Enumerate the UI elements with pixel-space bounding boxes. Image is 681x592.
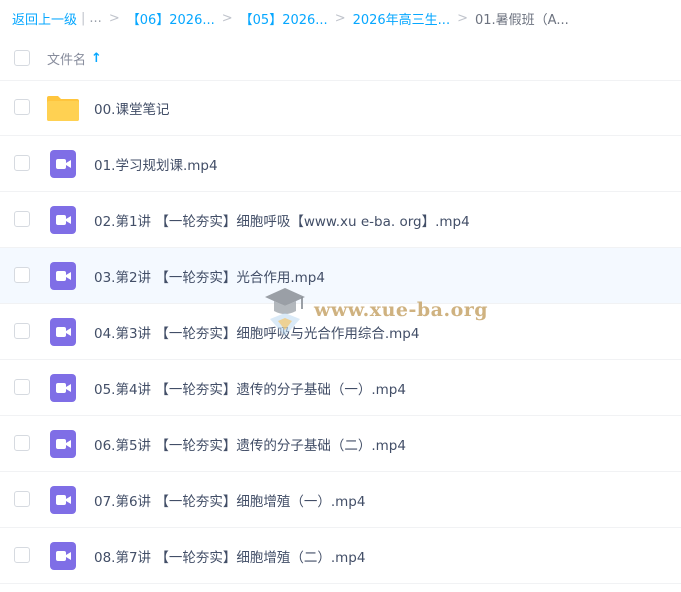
file-name[interactable]: 01.学习规划课.mp4 [94, 154, 218, 174]
file-name[interactable]: 06.第5讲 【一轮夯实】遗传的分子基础（二）.mp4 [94, 434, 406, 454]
breadcrumb-separator: > [457, 10, 468, 26]
video-file-icon [46, 540, 80, 572]
video-file-icon [46, 428, 80, 460]
list-item[interactable]: 02.第1讲 【一轮夯实】细胞呼吸【www.xu e-ba. org】.mp4 [0, 192, 681, 248]
breadcrumb-separator: > [334, 10, 346, 26]
list-item[interactable]: 04.第3讲 【一轮夯实】细胞呼吸与光合作用综合.mp4 [0, 304, 681, 360]
breadcrumb-more[interactable]: ... [89, 11, 101, 26]
breadcrumb-separator: > [108, 10, 120, 26]
list-header: 文件名 ↑ [0, 36, 681, 81]
row-checkbox[interactable] [14, 379, 30, 395]
video-file-icon [46, 148, 80, 180]
file-name[interactable]: 02.第1讲 【一轮夯实】细胞呼吸【www.xu e-ba. org】.mp4 [94, 210, 470, 230]
breadcrumb-divider: | [81, 10, 86, 26]
list-item[interactable]: 03.第2讲 【一轮夯实】光合作用.mp4 [0, 248, 681, 304]
list-item[interactable]: 01.学习规划课.mp4 [0, 136, 681, 192]
column-header-name: 文件名 [47, 52, 87, 68]
breadcrumb-current: 01.暑假班（A... [474, 12, 569, 28]
video-file-icon [46, 316, 80, 348]
breadcrumb-item-06[interactable]: 【06】2026... [127, 9, 215, 28]
list-item[interactable]: 00.课堂笔记 [0, 80, 681, 136]
file-name[interactable]: 03.第2讲 【一轮夯实】光合作用.mp4 [94, 266, 325, 286]
breadcrumb-item-2026[interactable]: 2026年高三生... [353, 9, 450, 28]
video-file-icon [46, 204, 80, 236]
select-all-checkbox[interactable] [14, 50, 30, 66]
list-item[interactable]: 05.第4讲 【一轮夯实】遗传的分子基础（一）.mp4 [0, 360, 681, 416]
file-name[interactable]: 00.课堂笔记 [94, 98, 169, 118]
video-file-icon [46, 484, 80, 516]
back-link[interactable]: 返回上一级 [12, 9, 77, 28]
file-name[interactable]: 07.第6讲 【一轮夯实】细胞增殖（一）.mp4 [94, 490, 365, 510]
file-name[interactable]: 05.第4讲 【一轮夯实】遗传的分子基础（一）.mp4 [94, 378, 406, 398]
row-checkbox[interactable] [14, 155, 30, 171]
folder-icon [46, 92, 80, 124]
video-file-icon [46, 372, 80, 404]
row-checkbox[interactable] [14, 267, 30, 283]
file-name[interactable]: 08.第7讲 【一轮夯实】细胞增殖（二）.mp4 [94, 546, 365, 566]
list-item[interactable]: 06.第5讲 【一轮夯实】遗传的分子基础（二）.mp4 [0, 416, 681, 472]
row-checkbox[interactable] [14, 323, 30, 339]
list-item[interactable]: 07.第6讲 【一轮夯实】细胞增殖（一）.mp4 [0, 472, 681, 528]
sort-ascending-icon: ↑ [91, 50, 102, 66]
video-file-icon [46, 260, 80, 292]
row-checkbox[interactable] [14, 211, 30, 227]
breadcrumb-item-05[interactable]: 【05】2026... [240, 9, 328, 28]
row-checkbox[interactable] [14, 99, 30, 115]
row-checkbox[interactable] [14, 491, 30, 507]
breadcrumb: 返回上一级 | ... > 【06】2026... > 【05】2026... … [12, 8, 672, 28]
row-checkbox[interactable] [14, 435, 30, 451]
row-checkbox[interactable] [14, 547, 30, 563]
breadcrumb-separator: > [221, 10, 233, 26]
file-name[interactable]: 04.第3讲 【一轮夯实】细胞呼吸与光合作用综合.mp4 [94, 322, 419, 342]
sort-by-name-button[interactable]: 文件名 ↑ [47, 49, 102, 68]
list-item[interactable]: 08.第7讲 【一轮夯实】细胞增殖（二）.mp4 [0, 528, 681, 584]
file-list: 00.课堂笔记 01.学习规划课.mp4 02.第1讲 【一轮夯实】细胞呼吸【w… [0, 80, 681, 584]
